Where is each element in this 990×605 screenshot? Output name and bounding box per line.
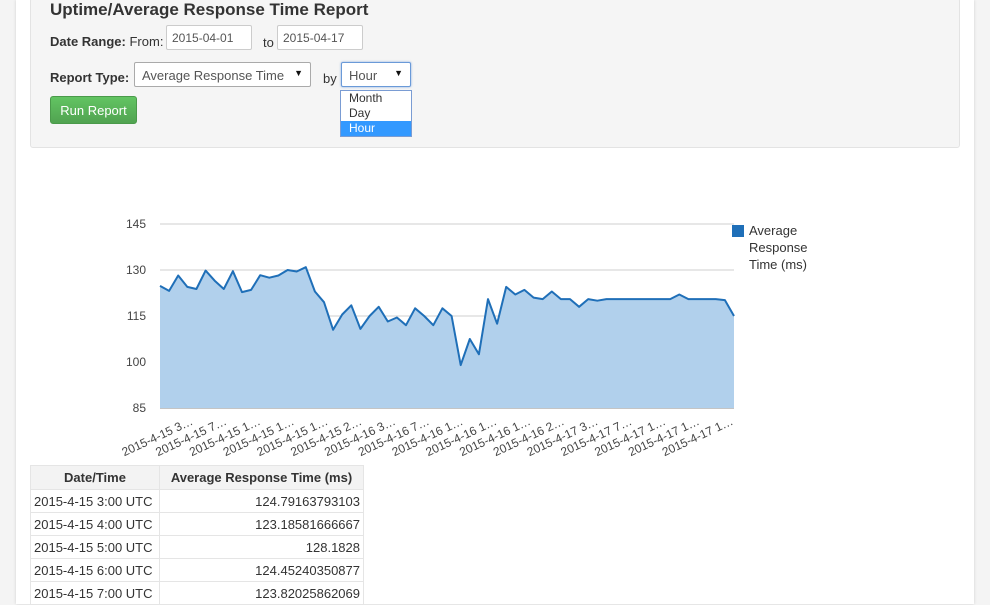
response-time-chart: 851001151301452015-4-15 3…2015-4-15 7…20… [120, 217, 736, 459]
legend-swatch [732, 225, 744, 237]
table-row: 2015-4-15 5:00 UTC 128.1828 [30, 535, 364, 559]
cell-datetime: 2015-4-15 7:00 UTC [30, 581, 160, 605]
cell-response-time: 128.1828 [159, 535, 364, 559]
y-tick-label: 145 [126, 217, 146, 231]
column-header-datetime: Date/Time [30, 465, 160, 490]
response-time-table: Date/Time Average Response Time (ms) 201… [30, 465, 364, 605]
column-header-response-time: Average Response Time (ms) [159, 465, 364, 490]
run-report-button[interactable]: Run Report [50, 96, 137, 124]
interval-select[interactable]: Hour ▼ [341, 62, 411, 87]
cell-response-time: 123.82025862069 [159, 581, 364, 605]
cell-response-time: 123.18581666667 [159, 512, 364, 536]
y-tick-label: 130 [126, 263, 146, 277]
report-page: Uptime/Average Response Time Report Date… [16, 0, 974, 605]
interval-dropdown: Month Day Hour [340, 90, 412, 137]
legend-entry: Average Response Time (ms) [749, 223, 808, 272]
cell-datetime: 2015-4-15 6:00 UTC [30, 558, 160, 582]
y-tick-label: 115 [127, 309, 146, 323]
date-range-label: Date Range: From: [50, 34, 164, 49]
report-form-panel: Uptime/Average Response Time Report Date… [30, 0, 960, 148]
y-tick-label: 100 [126, 355, 146, 369]
page-title: Uptime/Average Response Time Report [50, 0, 369, 19]
caret-down-icon: ▼ [394, 68, 403, 78]
caret-down-icon: ▼ [294, 68, 303, 78]
table-row: 2015-4-15 3:00 UTC 124.79163793103 [30, 489, 364, 513]
from-date-input[interactable] [166, 25, 252, 50]
to-label: to [263, 35, 274, 50]
interval-option-month[interactable]: Month [341, 91, 411, 106]
y-tick-label: 85 [133, 401, 147, 415]
cell-datetime: 2015-4-15 5:00 UTC [30, 535, 160, 559]
table-header-row: Date/Time Average Response Time (ms) [30, 465, 364, 490]
cell-datetime: 2015-4-15 4:00 UTC [30, 512, 160, 536]
table-row: 2015-4-15 4:00 UTC 123.18581666667 [30, 512, 364, 536]
cell-datetime: 2015-4-15 3:00 UTC [30, 489, 160, 513]
interval-option-day[interactable]: Day [341, 106, 411, 121]
interval-value: Hour [349, 68, 378, 83]
series-area [160, 267, 734, 408]
table-row: 2015-4-15 6:00 UTC 124.45240350877 [30, 558, 364, 582]
table-row: 2015-4-15 7:00 UTC 123.82025862069 [30, 581, 364, 605]
cell-response-time: 124.45240350877 [159, 558, 364, 582]
interval-option-hour[interactable]: Hour [341, 121, 411, 136]
report-type-value: Average Response Time [142, 68, 285, 83]
report-type-select[interactable]: Average Response Time ▼ [134, 62, 311, 87]
report-type-label: Report Type: [50, 70, 130, 85]
to-date-input[interactable] [277, 25, 363, 50]
cell-response-time: 124.79163793103 [159, 489, 364, 513]
by-label: by [323, 71, 337, 86]
